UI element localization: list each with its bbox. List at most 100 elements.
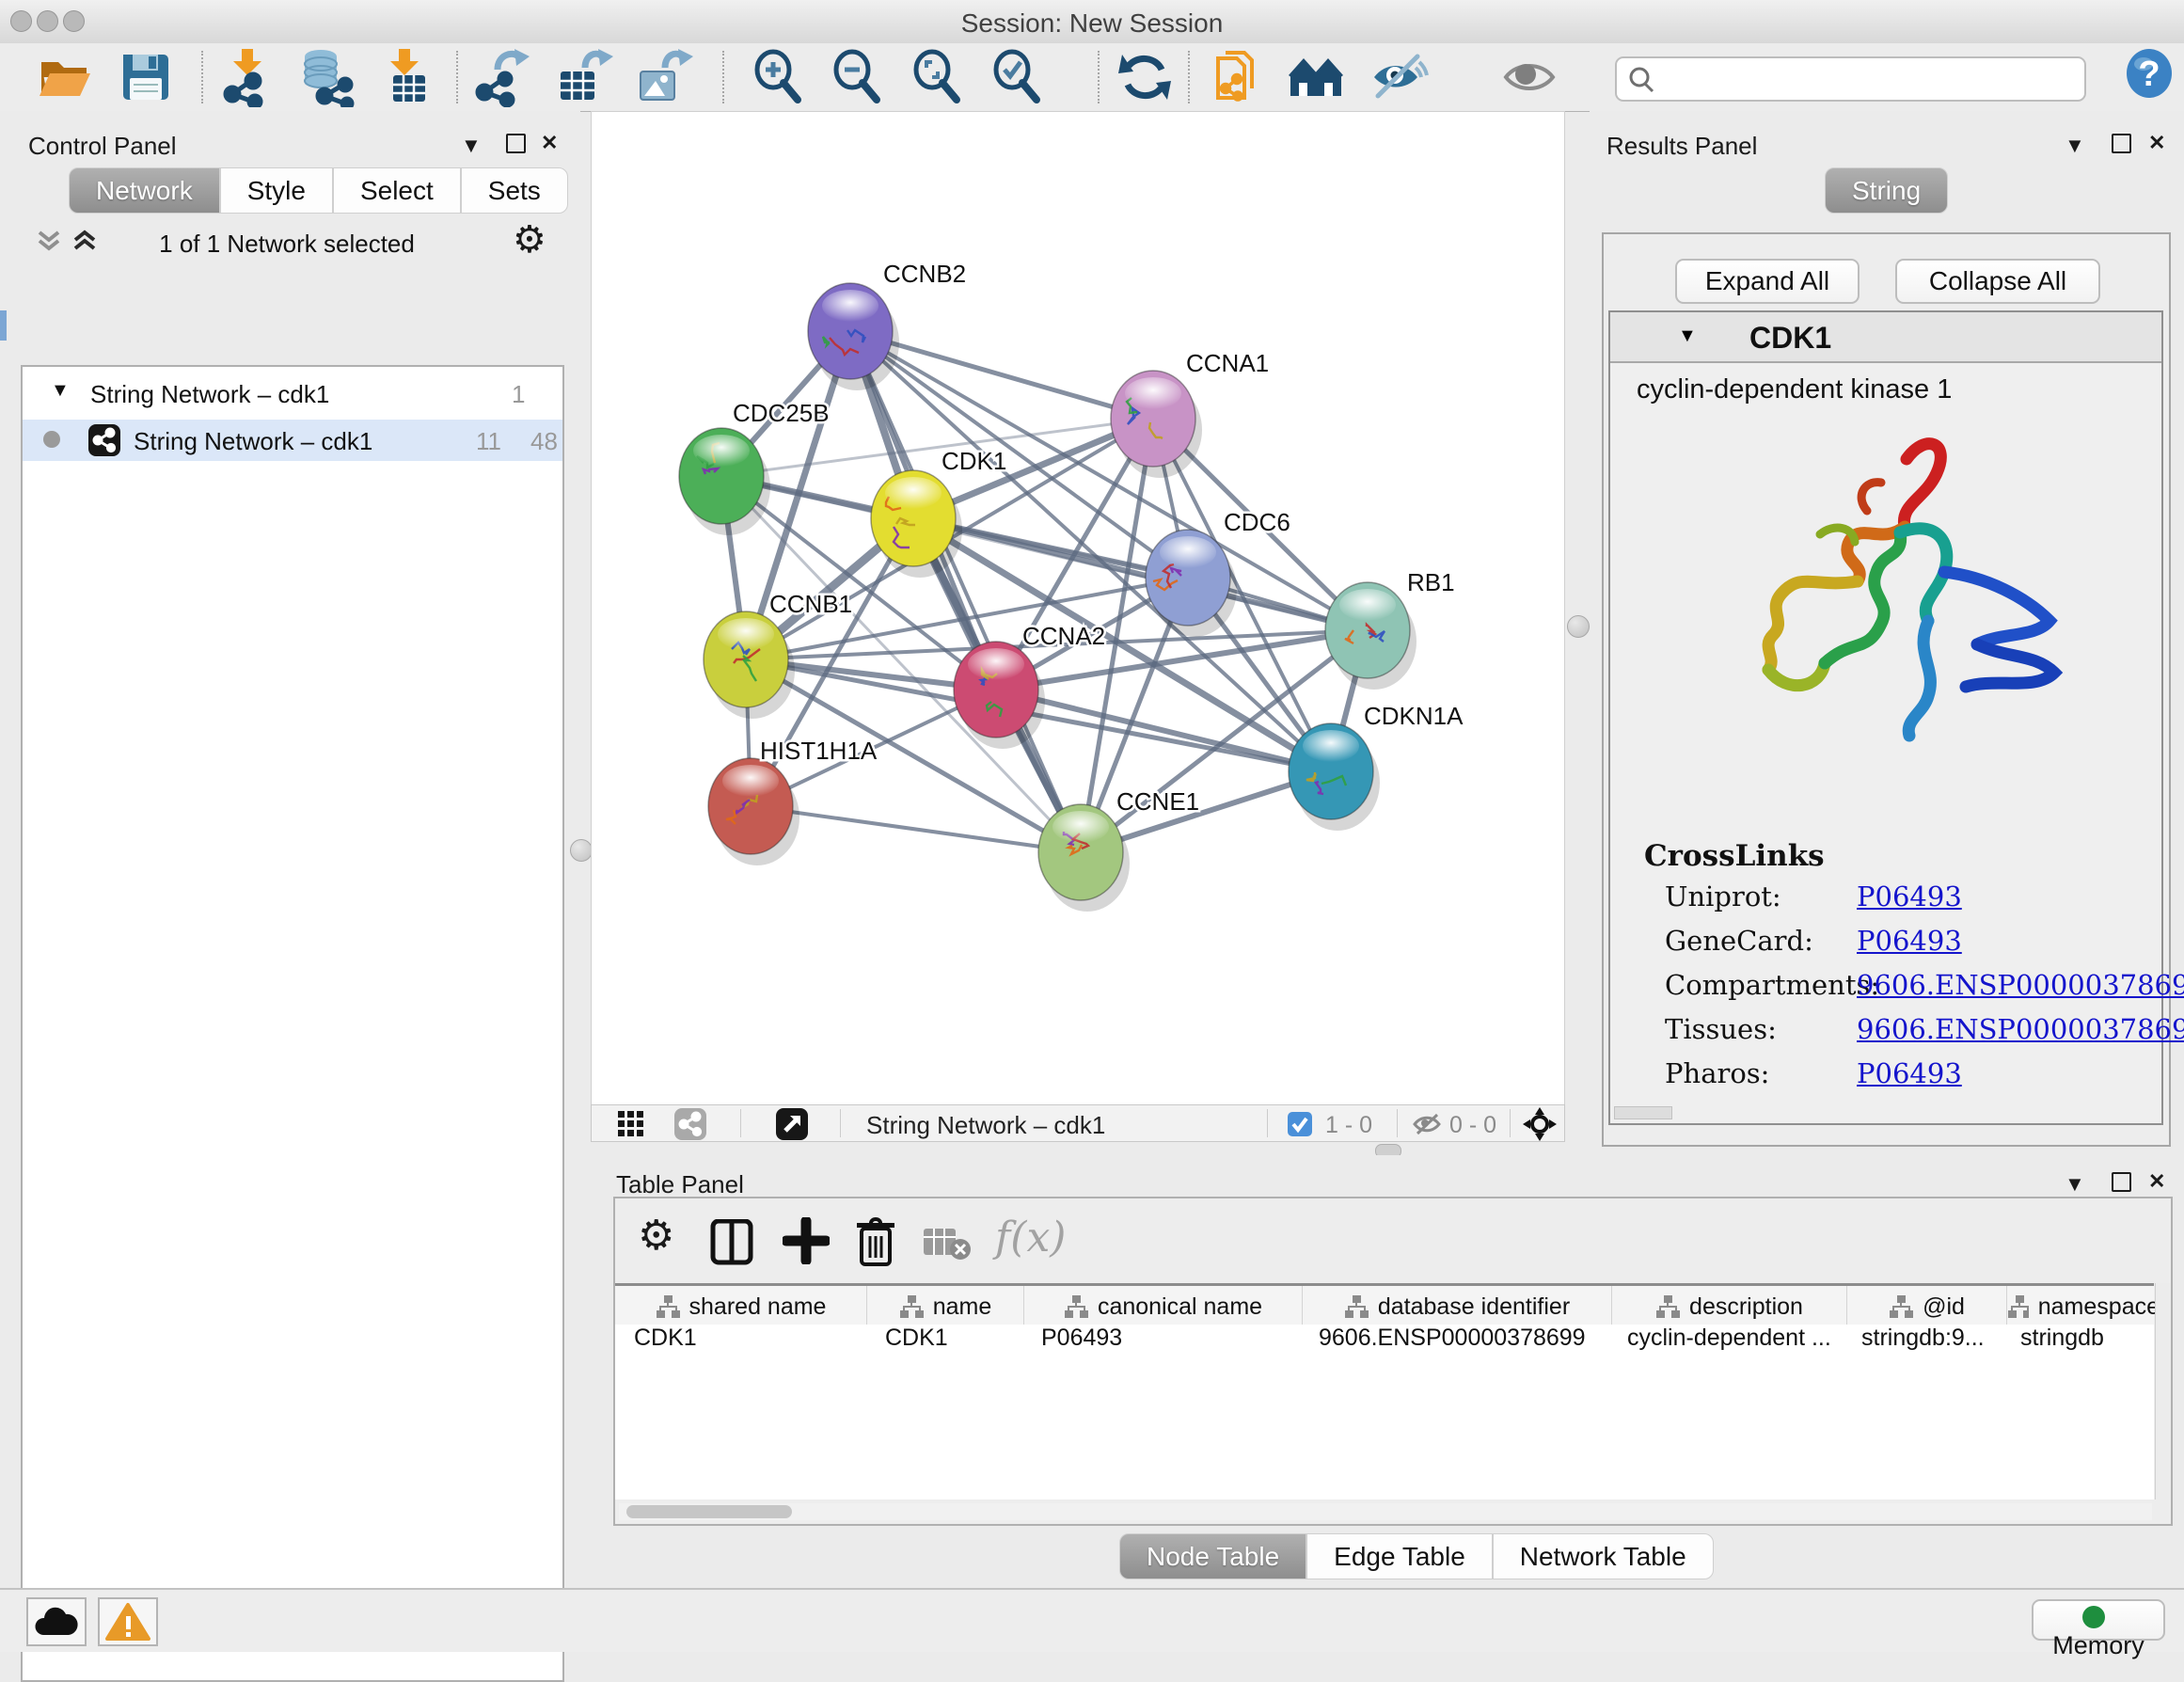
refresh-icon[interactable]	[1115, 47, 1175, 107]
crosslink-link[interactable]: P06493	[1857, 925, 1962, 957]
show-columns-icon[interactable]	[709, 1219, 756, 1266]
network-node-CCNE1[interactable]	[1038, 804, 1130, 912]
network-edge[interactable]	[751, 806, 1081, 852]
crosslink-link[interactable]: P06493	[1857, 1057, 1962, 1089]
table-hscrollbar[interactable]	[619, 1503, 2152, 1520]
show-hidden-icon[interactable]	[1500, 47, 1560, 107]
panel-close-icon[interactable]: ✕	[2148, 1171, 2165, 1192]
search-input[interactable]	[1664, 60, 2072, 94]
save-session-icon[interactable]	[116, 47, 176, 107]
panel-float-icon[interactable]: ▼	[2065, 1174, 2085, 1195]
network-node-CDK1[interactable]	[871, 470, 962, 578]
panel-maximize-icon[interactable]	[2112, 134, 2131, 153]
expand-all-icon[interactable]	[70, 229, 100, 255]
tab-edge-table[interactable]: Edge Table	[1306, 1533, 1493, 1579]
memory-button[interactable]: Memory	[2032, 1599, 2165, 1641]
tab-network-table[interactable]: Network Table	[1493, 1533, 1714, 1579]
column-header-@id[interactable]: @id	[1847, 1286, 2007, 1327]
table-cell[interactable]: CDK1	[615, 1325, 866, 1364]
import-table-icon[interactable]	[374, 47, 435, 107]
panel-maximize-icon[interactable]	[506, 134, 526, 153]
import-network-icon[interactable]	[217, 47, 277, 107]
open-session-icon[interactable]	[34, 47, 94, 107]
network-collection-row[interactable]: ▼ String Network – cdk1 1	[23, 374, 562, 416]
collapse-all-icon[interactable]	[34, 229, 64, 255]
table-cell[interactable]: CDK1	[866, 1325, 1022, 1364]
network-node-CCNB2[interactable]	[808, 283, 899, 390]
tab-network[interactable]: Network	[69, 167, 220, 214]
gene-section-header[interactable]: ▼ CDK1	[1610, 312, 2161, 363]
tab-string[interactable]: String	[1825, 167, 1948, 214]
selected-nodes-checkbox-icon[interactable]	[1288, 1112, 1312, 1136]
delete-column-icon[interactable]	[852, 1215, 899, 1266]
tab-select[interactable]: Select	[333, 167, 461, 214]
table-hscroll-thumb[interactable]	[626, 1505, 792, 1518]
control-panel: Control Panel ▼ ✕ NetworkStyleSelectSets…	[0, 111, 580, 1573]
crosslink-label: Uniprot:	[1665, 881, 1781, 912]
table-cell[interactable]: stringdb:9...	[1843, 1325, 2002, 1364]
crosslink-row: Pharos:P06493	[1610, 1057, 2161, 1102]
network-node-RB1[interactable]	[1325, 582, 1416, 690]
zoom-fit-icon[interactable]	[908, 47, 968, 107]
column-header-canonical-name[interactable]: canonical name	[1024, 1286, 1303, 1327]
show-all-networks-icon[interactable]	[1287, 47, 1347, 107]
network-row[interactable]: String Network – cdk1 11 48	[23, 420, 562, 461]
fit-selected-crosshair-icon[interactable]	[1523, 1107, 1557, 1141]
network-options-gear-icon[interactable]: ⚙	[513, 218, 546, 262]
export-network-icon[interactable]	[471, 47, 531, 107]
tab-node-table[interactable]: Node Table	[1119, 1533, 1306, 1579]
table-cell[interactable]: cyclin-dependent ...	[1608, 1325, 1843, 1364]
crosslink-row: GeneCard:P06493	[1610, 925, 2161, 969]
panel-float-icon[interactable]: ▼	[461, 135, 482, 156]
expand-all-button[interactable]: Expand All	[1675, 259, 1860, 304]
panel-maximize-icon[interactable]	[2112, 1172, 2131, 1192]
network-node-CDKN1A[interactable]	[1289, 723, 1380, 831]
crosslink-link[interactable]: 9606.ENSP00000378699	[1857, 969, 2184, 1001]
tab-sets[interactable]: Sets	[461, 167, 568, 214]
cloud-button[interactable]	[26, 1597, 87, 1646]
zoom-in-icon[interactable]	[749, 47, 809, 107]
network-node-CCNA1[interactable]	[1111, 371, 1202, 478]
network-node-CDC25B[interactable]	[679, 428, 770, 535]
panel-close-icon[interactable]: ✕	[541, 133, 558, 153]
help-icon[interactable]: ?	[2121, 47, 2181, 107]
panel-float-icon[interactable]: ▼	[2065, 135, 2085, 156]
warning-button[interactable]	[98, 1597, 158, 1646]
column-header-name[interactable]: name	[867, 1286, 1024, 1327]
column-header-namespace[interactable]: namespace	[2007, 1286, 2160, 1327]
separator	[1397, 1109, 1398, 1137]
table-settings-gear-icon[interactable]: ⚙	[638, 1212, 674, 1260]
network-node-HIST1H1A[interactable]	[708, 758, 799, 865]
hide-selected-icon[interactable]	[1369, 47, 1429, 107]
column-header-description[interactable]: description	[1612, 1286, 1847, 1327]
zoom-selected-icon[interactable]	[988, 47, 1048, 107]
collection-expand-icon[interactable]: ▼	[51, 380, 70, 402]
right-splitter-handle[interactable]	[1567, 615, 1590, 638]
crosslink-link[interactable]: 9606.ENSP00000378699	[1857, 1013, 2184, 1045]
duplicate-network-icon[interactable]	[1205, 47, 1265, 107]
export-image-icon[interactable]	[633, 47, 693, 107]
column-header-database-identifier[interactable]: database identifier	[1303, 1286, 1612, 1327]
table-cell[interactable]: P06493	[1022, 1325, 1300, 1364]
table-cell[interactable]: 9606.ENSP00000378699	[1300, 1325, 1608, 1364]
panel-close-icon[interactable]: ✕	[2148, 133, 2165, 153]
zoom-out-icon[interactable]	[828, 47, 888, 107]
network-canvas[interactable]: CCNB2CCNA1CDC25BCDK1CDC6RB1CCNB1CCNA2CDK…	[591, 111, 1565, 1106]
add-column-icon[interactable]	[783, 1217, 830, 1264]
table-cell[interactable]: stringdb	[2002, 1325, 2154, 1364]
left-splitter-handle[interactable]	[570, 839, 593, 862]
network-edge[interactable]	[850, 331, 1081, 852]
birdseye-toggle-icon[interactable]	[776, 1108, 808, 1140]
grid-view-icon[interactable]	[618, 1111, 644, 1137]
gene-collapse-icon[interactable]: ▼	[1678, 325, 1697, 347]
tab-style[interactable]: Style	[220, 167, 333, 214]
results-hscroll-thumb[interactable]	[1614, 1106, 1672, 1119]
export-table-icon[interactable]	[553, 47, 613, 107]
network-view-icon[interactable]	[674, 1108, 706, 1140]
collapse-all-button[interactable]: Collapse All	[1895, 259, 2100, 304]
node-label-CDC6: CDC6	[1224, 508, 1290, 536]
crosslink-link[interactable]: P06493	[1857, 881, 1962, 912]
column-header-shared-name[interactable]: shared name	[615, 1286, 867, 1327]
table-vscrollbar[interactable]	[2155, 1283, 2171, 1500]
import-network-from-database-icon[interactable]	[296, 47, 356, 107]
